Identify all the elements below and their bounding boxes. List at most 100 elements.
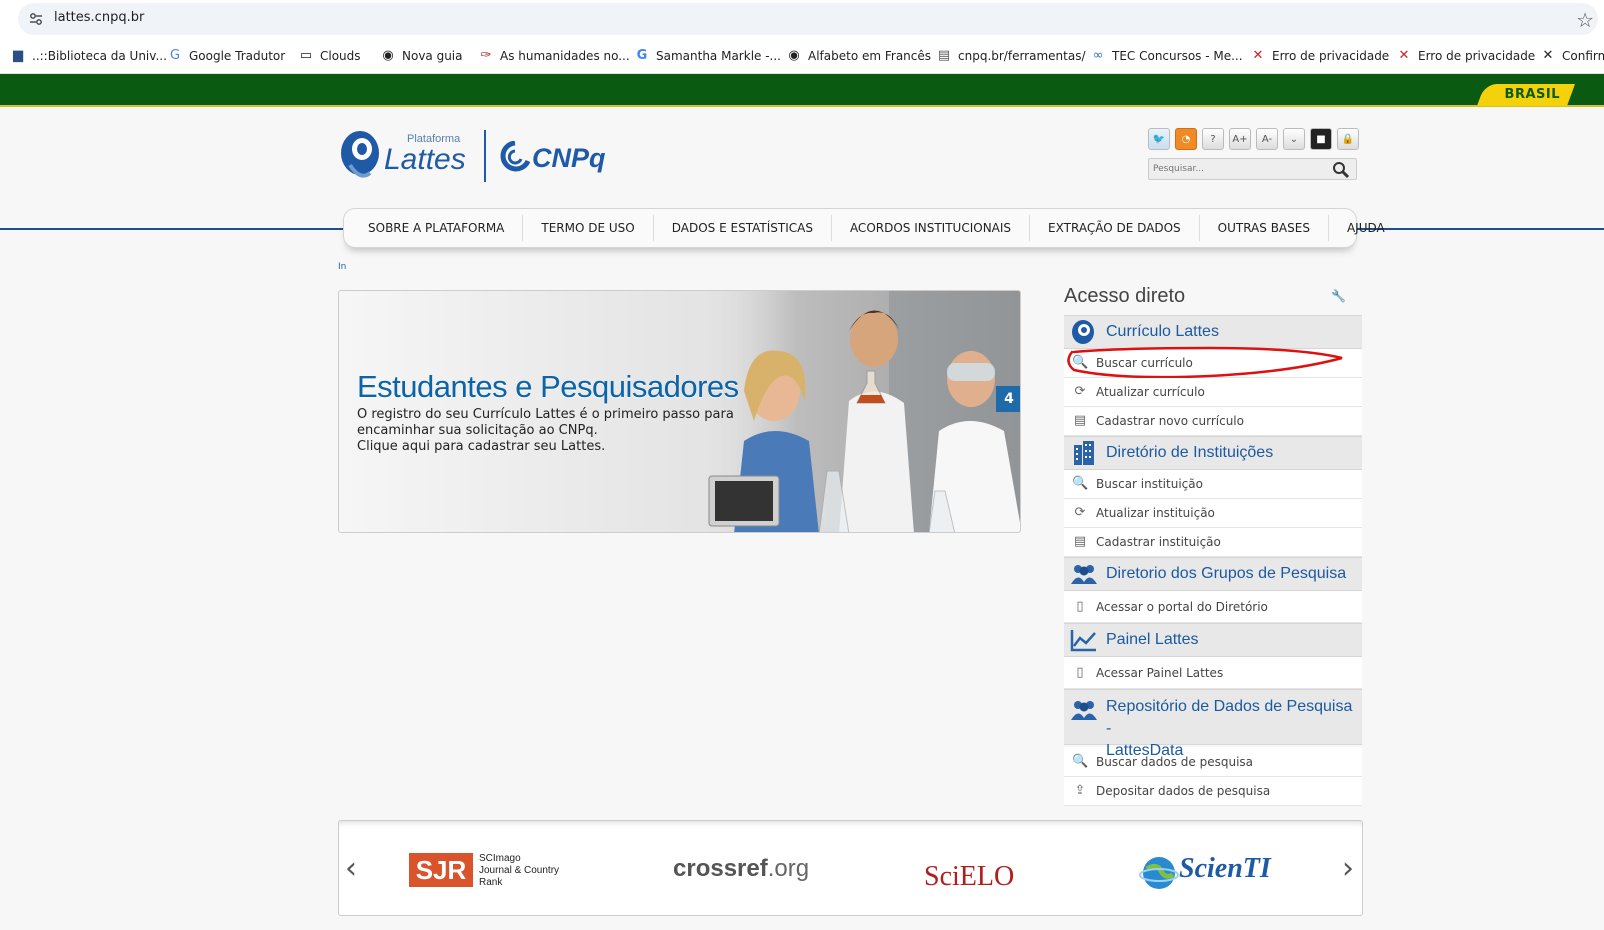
refresh-icon: ⟳ (1074, 505, 1086, 520)
upload-icon: ⇪ (1074, 783, 1086, 798)
globe-icon: ◉ (382, 48, 394, 63)
bookmark-item[interactable]: ▤ cnpq.br/ferramentas/ (936, 48, 1086, 64)
bookmarks-bar: ▆ ..::Biblioteca da Univ... G Google Tradu… (0, 38, 1604, 74)
lattes-mark-icon (341, 131, 379, 178)
cnpq-mark-icon (500, 141, 530, 172)
font-decrease-button[interactable]: A- (1256, 128, 1278, 150)
section-diretorio-instituicoes[interactable]: Diretório de Instituições (1064, 436, 1362, 470)
link-atualizar-instituicao[interactable]: ⟳ Atualizar instituição (1064, 499, 1362, 528)
link-depositar-dados-pesquisa[interactable]: ⇪ Depositar dados de pesquisa (1064, 777, 1362, 806)
warning-x-icon: ✕ (1398, 48, 1410, 63)
nav-item-extracao[interactable]: EXTRAÇÃO DE DADOS (1030, 215, 1200, 241)
warning-x-icon: ✕ (1252, 48, 1264, 63)
line-chart-icon (1070, 630, 1096, 652)
bookmark-star-icon[interactable]: ☆ (1576, 8, 1594, 32)
students-photo (699, 291, 1020, 532)
section-lattesdata[interactable]: Repositório de Dados de Pesquisa - Latte… (1064, 689, 1362, 759)
refresh-icon: ⟳ (1074, 384, 1086, 399)
scielo-logo[interactable]: SciELO (924, 861, 1014, 893)
bookmark-item[interactable]: G Google Tradutor (167, 48, 285, 64)
google-icon: G (636, 48, 648, 63)
help-button[interactable]: ? (1202, 128, 1224, 150)
translate-icon: G (169, 48, 181, 63)
lock-icon[interactable]: 🔒 (1337, 128, 1359, 150)
wrench-icon[interactable]: 🔧 (1331, 289, 1346, 303)
group-icon (1071, 565, 1097, 584)
bookmark-item[interactable]: ▭ Clouds (298, 48, 361, 64)
link-buscar-instituicao[interactable]: 🔍 Buscar instituição (1064, 470, 1362, 499)
logo-main-text: Lattes (384, 143, 466, 176)
link-cadastrar-curriculo[interactable]: ▤ Cadastrar novo currículo (1064, 407, 1362, 436)
feather-icon: ✑ (480, 48, 492, 63)
breadcrumb[interactable]: In (338, 262, 346, 272)
page-icon: ▤ (937, 48, 951, 63)
search-input[interactable] (1153, 161, 1323, 177)
library-icon: ▆ (13, 48, 23, 63)
slide-indicator[interactable]: 4 (996, 386, 1020, 412)
contrast-icon[interactable]: ■ (1310, 128, 1332, 150)
hero-banner[interactable]: Estudantes e Pesquisadores O registro do… (338, 290, 1021, 533)
twitter-icon[interactable]: 🐦 (1148, 128, 1170, 150)
section-curriculo-lattes[interactable]: Currículo Lattes (1064, 315, 1362, 349)
nav-item-ajuda[interactable]: AJUDA (1329, 215, 1403, 241)
crossref-logo[interactable]: crossref.org (673, 855, 809, 883)
search-icon: 🔍 (1072, 476, 1089, 491)
omnibox[interactable]: lattes.cnpq.br ☆ (18, 3, 1598, 35)
bookmark-item[interactable]: ✑ As humanidades no... (478, 48, 630, 64)
rss-icon[interactable]: ◔ (1175, 128, 1197, 150)
site-settings-icon[interactable] (28, 11, 44, 27)
panel-title: Acesso direto 🔧 (1064, 285, 1346, 307)
bookmark-item[interactable]: G Samantha Markle -... (634, 48, 781, 64)
bookmark-item[interactable]: ▆ ..::Biblioteca da Univ... (10, 48, 167, 64)
lattes-logo[interactable]: Plataforma Lattes (340, 127, 480, 183)
carousel-next-icon[interactable]: › (1342, 851, 1354, 886)
tec-icon: ∞ (1092, 48, 1104, 63)
form-icon: ▤ (1073, 534, 1087, 549)
nav-item-sobre[interactable]: SOBRE A PLATAFORMA (350, 215, 524, 241)
chevron-down-icon[interactable]: ⌄ (1283, 128, 1305, 150)
link-acessar-painel-lattes[interactable]: ▯ Acessar Painel Lattes (1064, 657, 1362, 689)
lattes-icon (1072, 320, 1094, 344)
nav-item-dados[interactable]: DADOS E ESTATÍSTICAS (654, 215, 832, 241)
folder-icon: ▭ (299, 48, 313, 63)
mouse-icon: ▯ (1076, 598, 1084, 614)
section-grupos-pesquisa[interactable]: Diretorio dos Grupos de Pesquisa (1064, 557, 1362, 591)
url-text[interactable]: lattes.cnpq.br (54, 10, 144, 25)
bookmark-item[interactable]: ✕ Erro de privacidade (1250, 48, 1390, 64)
mouse-icon: ▯ (1076, 664, 1084, 680)
close-icon: ✕ (1542, 48, 1554, 63)
building-icon (1074, 441, 1094, 465)
globe-icon: ◉ (788, 48, 800, 63)
nav-item-acordos[interactable]: ACORDOS INSTITUCIONAIS (832, 215, 1031, 241)
site-search (1148, 158, 1357, 180)
main-nav: SOBRE A PLATAFORMA TERMO DE USO DADOS E … (343, 208, 1385, 248)
banner-title: Estudantes e Pesquisadores (357, 369, 739, 404)
logo-separator (484, 130, 486, 182)
section-painel-lattes[interactable]: Painel Lattes (1064, 623, 1362, 657)
link-acessar-portal-diretorio[interactable]: ▯ Acessar o portal do Diretório (1064, 591, 1362, 623)
sjr-caption: SCImago Journal & Country Rank (479, 853, 560, 888)
font-increase-button[interactable]: A+ (1229, 128, 1251, 150)
brasil-label[interactable]: BRASIL (1505, 87, 1560, 102)
partners-carousel: ‹ SJR SCImago Journal & Country Rank cro… (338, 820, 1363, 916)
red-annotation-ellipse (1067, 346, 1343, 378)
bookmark-item[interactable]: ✕Confirm (1540, 48, 1604, 64)
nav-item-termo[interactable]: TERMO DE USO (523, 215, 654, 241)
link-cadastrar-instituicao[interactable]: ▤ Cadastrar instituição (1064, 528, 1362, 557)
scientti-logo[interactable]: ScienTI (1139, 851, 1289, 895)
group-icon (1071, 701, 1097, 720)
globe-icon (1139, 857, 1179, 889)
bookmark-item[interactable]: ∞ TEC Concursos - Me... (1090, 48, 1243, 64)
accessibility-toolbar: 🐦 ◔ ? A+ A- ⌄ ■ 🔒 (1148, 128, 1359, 150)
nav-item-outras-bases[interactable]: OUTRAS BASES (1200, 215, 1329, 241)
cnpq-logo[interactable]: CNPq (500, 138, 606, 178)
bookmark-item[interactable]: ✕ Erro de privacidade (1396, 48, 1536, 64)
browser-address-bar: lattes.cnpq.br ☆ (0, 0, 1604, 38)
carousel-prev-icon[interactable]: ‹ (345, 851, 357, 886)
bookmark-item[interactable]: ◉ Nova guia (380, 48, 462, 64)
link-atualizar-curriculo[interactable]: ⟳ Atualizar currículo (1064, 378, 1362, 407)
search-icon: 🔍 (1072, 753, 1089, 769)
search-icon[interactable] (1332, 161, 1350, 179)
bookmark-item[interactable]: ◉ Alfabeto em Francês (786, 48, 931, 64)
sjr-logo[interactable]: SJR (409, 853, 473, 887)
